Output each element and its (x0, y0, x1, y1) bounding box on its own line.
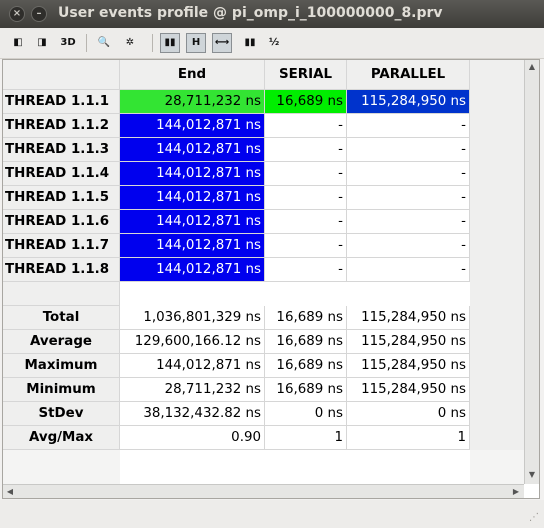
row-header[interactable]: THREAD 1.1.6 (3, 210, 120, 234)
stat-cell[interactable]: 1 (347, 426, 470, 450)
window-title: User events profile @ pi_omp_i_100000000… (58, 5, 443, 21)
table-cell[interactable]: - (265, 210, 347, 234)
stat-cell[interactable]: 0.90 (120, 426, 265, 450)
table-cell[interactable]: 144,012,871 ns (120, 162, 265, 186)
close-window-button[interactable]: × (9, 6, 25, 22)
row-header[interactable]: THREAD 1.1.3 (3, 138, 120, 162)
table-cell[interactable]: 144,012,871 ns (120, 258, 265, 282)
stat-cell[interactable]: 16,689 ns (265, 330, 347, 354)
table-cell[interactable]: - (347, 138, 470, 162)
minimize-window-button[interactable]: – (31, 6, 47, 22)
stat-row-header[interactable]: Average (3, 330, 120, 354)
table-cell[interactable]: - (265, 234, 347, 258)
settings-icon[interactable]: ✲ (120, 33, 140, 53)
stat-cell[interactable]: 28,711,232 ns (120, 378, 265, 402)
column-header[interactable]: PARALLEL (347, 60, 470, 90)
table-cell[interactable]: - (347, 162, 470, 186)
table-cell[interactable]: - (265, 186, 347, 210)
hide-empty-button[interactable]: H (186, 33, 206, 53)
zoom-icon[interactable]: 🔍 (94, 33, 114, 53)
toolbar-separator (86, 34, 87, 52)
row-header[interactable]: THREAD 1.1.2 (3, 114, 120, 138)
table-cell[interactable]: 28,711,232 ns (120, 90, 265, 114)
scroll-left-arrow-icon[interactable]: ◀ (3, 485, 17, 498)
fraction-icon[interactable]: ½ (264, 33, 284, 53)
row-header[interactable]: THREAD 1.1.8 (3, 258, 120, 282)
stat-cell[interactable]: 1,036,801,329 ns (120, 306, 265, 330)
stat-cell[interactable]: 115,284,950 ns (347, 306, 470, 330)
row-header[interactable]: THREAD 1.1.4 (3, 162, 120, 186)
gradient-color-icon[interactable]: ▮▮ (160, 33, 180, 53)
table-cell[interactable]: - (265, 162, 347, 186)
table-cell[interactable]: 144,012,871 ns (120, 186, 265, 210)
status-bar: ⋰ (0, 500, 544, 528)
stat-cell[interactable]: 129,600,166.12 ns (120, 330, 265, 354)
scroll-up-arrow-icon[interactable]: ▲ (525, 60, 539, 74)
title-bar[interactable]: × – User events profile @ pi_omp_i_10000… (0, 0, 544, 28)
horizontal-scrollbar[interactable]: ◀ ▶ (3, 484, 524, 498)
table-cell[interactable]: - (347, 114, 470, 138)
table-cell[interactable]: 144,012,871 ns (120, 234, 265, 258)
profile-table: End SERIAL PARALLEL THREAD 1.1.1 28,711,232 … (2, 59, 540, 499)
stat-row-header[interactable]: Maximum (3, 354, 120, 378)
close-icon: × (12, 8, 22, 19)
scroll-right-arrow-icon[interactable]: ▶ (509, 485, 523, 498)
stat-cell[interactable]: 115,284,950 ns (347, 330, 470, 354)
stat-cell[interactable]: 0 ns (347, 402, 470, 426)
table-cell[interactable]: - (347, 210, 470, 234)
scroll-down-arrow-icon[interactable]: ▼ (525, 468, 539, 482)
row-header[interactable]: THREAD 1.1.1 (3, 90, 120, 114)
stat-cell[interactable]: 1 (265, 426, 347, 450)
table-cell[interactable]: - (347, 258, 470, 282)
table-cell[interactable]: - (347, 186, 470, 210)
stat-cell[interactable]: 115,284,950 ns (347, 354, 470, 378)
view-code-icon[interactable]: ◨ (32, 33, 52, 53)
minimize-icon: – (36, 8, 42, 19)
stat-row-header[interactable]: Total (3, 306, 120, 330)
vertical-scrollbar[interactable]: ▲ ▼ (524, 60, 539, 484)
3d-view-button[interactable]: 3D (58, 33, 78, 53)
stat-cell[interactable]: 115,284,950 ns (347, 378, 470, 402)
table-cell[interactable]: - (347, 234, 470, 258)
table-cell[interactable]: - (265, 114, 347, 138)
stat-cell[interactable]: 16,689 ns (265, 378, 347, 402)
table-cell[interactable]: 144,012,871 ns (120, 138, 265, 162)
toolbar: ◧ ◨ 3D 🔍 ✲ ▮▮ H ⟷ ▮▮ ½ (0, 28, 544, 59)
table-cell[interactable]: - (265, 138, 347, 162)
semantic-color-icon[interactable]: ▮▮ (240, 33, 260, 53)
stat-cell[interactable]: 38,132,432.82 ns (120, 402, 265, 426)
stat-row-header[interactable]: Minimum (3, 378, 120, 402)
stat-row-header[interactable]: StDev (3, 402, 120, 426)
table-cell[interactable]: - (265, 258, 347, 282)
table-cell[interactable]: 144,012,871 ns (120, 114, 265, 138)
table-corner-header[interactable] (3, 60, 120, 90)
row-header[interactable]: THREAD 1.1.5 (3, 186, 120, 210)
table-cell[interactable]: 115,284,950 ns (347, 90, 470, 114)
view-events-icon[interactable]: ◧ (8, 33, 28, 53)
row-header[interactable]: THREAD 1.1.7 (3, 234, 120, 258)
stat-cell[interactable]: 16,689 ns (265, 306, 347, 330)
stat-row-header[interactable]: Avg/Max (3, 426, 120, 450)
stat-cell[interactable]: 16,689 ns (265, 354, 347, 378)
stat-cell[interactable]: 0 ns (265, 402, 347, 426)
column-header[interactable]: SERIAL (265, 60, 347, 90)
table-cell[interactable]: 144,012,871 ns (120, 210, 265, 234)
empty-row-header[interactable] (3, 282, 120, 306)
column-header[interactable]: End (120, 60, 265, 90)
table-cell[interactable]: 16,689 ns (265, 90, 347, 114)
horizontal-split-icon[interactable]: ⟷ (212, 33, 232, 53)
stat-cell[interactable]: 144,012,871 ns (120, 354, 265, 378)
toolbar-separator (152, 34, 153, 52)
resize-grip-icon[interactable]: ⋰ (528, 512, 540, 524)
